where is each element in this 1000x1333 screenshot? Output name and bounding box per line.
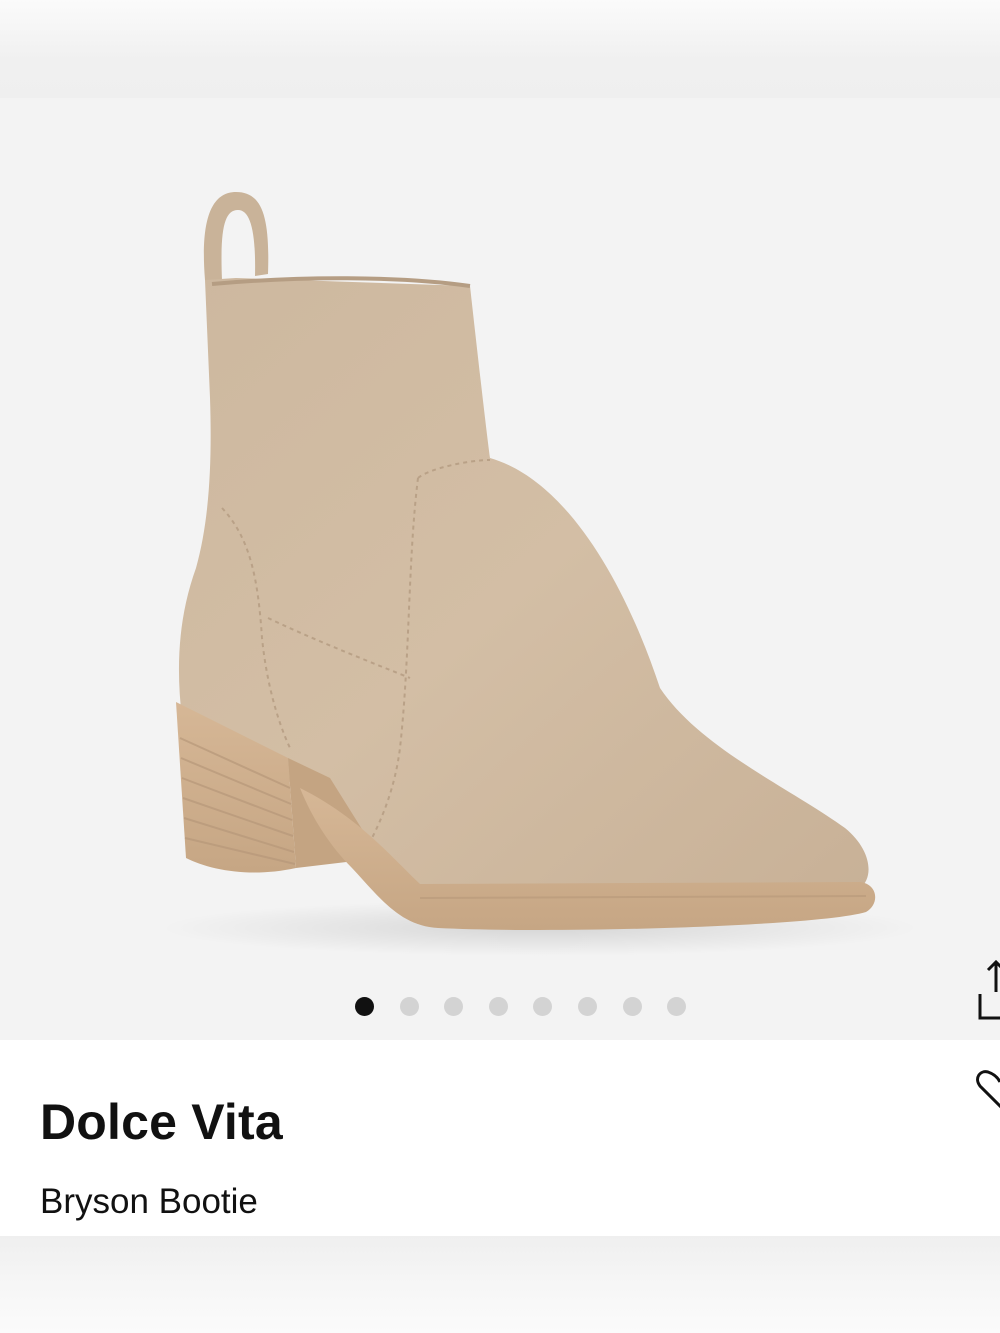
heart-icon [976,1070,1000,1109]
carousel-pagination [355,996,712,1016]
product-photo [160,192,920,956]
product-brand[interactable]: Dolce Vita [40,1093,283,1151]
carousel-dot[interactable] [444,996,464,1016]
carousel-dot[interactable] [577,996,597,1016]
carousel-dot[interactable] [399,996,419,1016]
carousel-dot[interactable] [355,996,374,1016]
share-icon [978,960,1000,1020]
share-button[interactable] [978,960,1000,1026]
top-status-area [0,0,1000,100]
carousel-dot[interactable] [667,996,687,1016]
product-info-panel: Dolce Vita Bryson Bootie [0,1040,1000,1236]
carousel-dot[interactable] [622,996,642,1016]
product-title: Bryson Bootie [40,1182,258,1221]
carousel-dot[interactable] [488,996,508,1016]
bottom-area [0,1236,1000,1333]
carousel-dot[interactable] [533,996,553,1016]
product-image-carousel[interactable] [0,98,1000,1040]
favorite-button[interactable] [974,1066,1000,1118]
